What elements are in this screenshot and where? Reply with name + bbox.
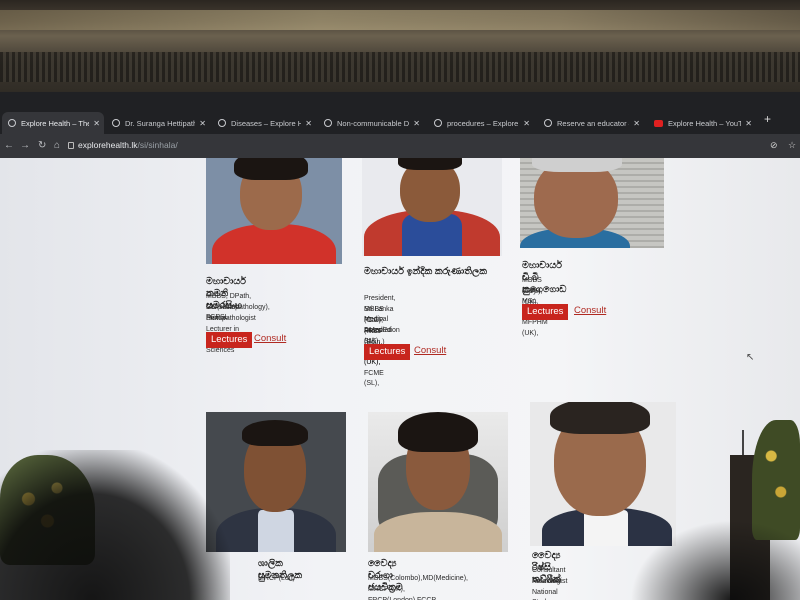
qualification-line: MBBS(Colombo),MD(Medicine), bbox=[368, 575, 468, 582]
browser-tab-strip: Explore Health – The G ✕ Dr. Suranga Het… bbox=[0, 92, 800, 134]
close-icon[interactable]: ✕ bbox=[633, 119, 640, 128]
audience-silhouette bbox=[630, 520, 800, 600]
globe-icon bbox=[112, 119, 120, 127]
tab-non-communicable[interactable]: Non-communicable D ✕ bbox=[318, 112, 424, 134]
tab-label: Reserve an educator – bbox=[557, 118, 630, 128]
consult-link[interactable]: Consult bbox=[574, 305, 606, 317]
tab-explore-health[interactable]: Explore Health – The G ✕ bbox=[2, 112, 104, 134]
url-domain: explorehealth.lk bbox=[78, 140, 138, 150]
mouse-cursor-icon: ↖ bbox=[746, 352, 755, 363]
close-icon[interactable]: ✕ bbox=[523, 119, 530, 128]
close-icon[interactable]: ✕ bbox=[305, 119, 312, 128]
globe-icon bbox=[544, 119, 552, 127]
globe-icon bbox=[8, 119, 16, 127]
globe-icon bbox=[218, 119, 226, 127]
lectures-button[interactable]: Lectures bbox=[522, 304, 569, 320]
home-icon[interactable]: ⌂ bbox=[54, 140, 60, 151]
tab-diseases[interactable]: Diseases – Explore He ✕ bbox=[212, 112, 316, 134]
reload-icon[interactable]: ↻ bbox=[38, 140, 46, 151]
qualification-line: MRCP(Lon) bbox=[258, 575, 295, 582]
close-icon[interactable]: ✕ bbox=[745, 119, 752, 128]
tab-dr-suranga[interactable]: Dr. Suranga Hettipath ✕ bbox=[106, 112, 210, 134]
tab-reserve-educator[interactable]: Reserve an educator – ✕ bbox=[538, 112, 644, 134]
doctor-photo bbox=[206, 158, 342, 264]
close-icon[interactable]: ✕ bbox=[199, 119, 206, 128]
address-bar: ← → ↻ ⌂ explorehealth.lk/si/sinhala/ ⊘ ☆ bbox=[0, 134, 800, 158]
tab-procedures[interactable]: procedures – Explore ✕ bbox=[428, 112, 534, 134]
doctor-photo bbox=[520, 158, 664, 248]
close-icon[interactable]: ✕ bbox=[413, 119, 420, 128]
globe-icon bbox=[434, 119, 442, 127]
consult-link[interactable]: Consult bbox=[414, 345, 446, 357]
star-icon[interactable]: ☆ bbox=[788, 140, 796, 151]
tab-label: Dr. Suranga Hettipath bbox=[125, 118, 196, 128]
tab-label: Non-communicable D bbox=[337, 118, 410, 128]
youtube-icon bbox=[654, 119, 663, 127]
lectures-button[interactable]: Lectures bbox=[364, 344, 411, 360]
qualification-line: President National Stroke Association bbox=[532, 578, 562, 600]
qualification-line: MRCP(UK), FRCP(London),FCCP, FRACP bbox=[368, 586, 438, 600]
audience-silhouette bbox=[0, 450, 230, 600]
eye-off-icon[interactable]: ⊘ bbox=[770, 140, 778, 151]
ceiling-light bbox=[0, 10, 800, 30]
back-icon[interactable]: ← bbox=[4, 140, 14, 151]
forward-icon[interactable]: → bbox=[20, 140, 30, 151]
doctor-name: මහාචාර්ය ඉන්දික කරුණාතිලක bbox=[364, 266, 487, 277]
consult-link[interactable]: Consult bbox=[254, 333, 286, 345]
url-path: /si/sinhala/ bbox=[137, 140, 178, 150]
tab-label: Diseases – Explore He bbox=[231, 118, 302, 128]
new-tab-button[interactable]: + bbox=[764, 112, 771, 126]
tab-youtube[interactable]: Explore Health – YouTu ✕ bbox=[648, 112, 756, 134]
globe-icon bbox=[324, 119, 332, 127]
ceiling-vent bbox=[0, 52, 800, 82]
lock-icon bbox=[68, 142, 74, 149]
tab-label: Explore Health – The G bbox=[21, 118, 90, 128]
url-field[interactable]: explorehealth.lk/si/sinhala/ bbox=[78, 140, 178, 150]
tab-label: Explore Health – YouTu bbox=[668, 118, 742, 128]
lectures-button[interactable]: Lectures bbox=[206, 332, 253, 348]
doctor-photo bbox=[362, 158, 502, 256]
tab-label: procedures – Explore bbox=[447, 118, 519, 128]
close-icon[interactable]: ✕ bbox=[93, 119, 100, 128]
doctor-photo bbox=[368, 412, 508, 552]
